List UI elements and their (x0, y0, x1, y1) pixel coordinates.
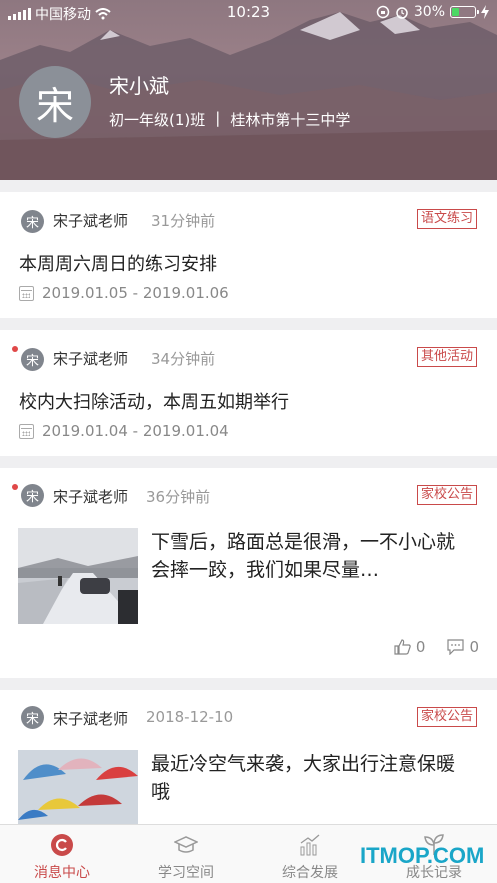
tab-label: 消息中心 (34, 865, 90, 881)
date-text: 2019.01.04 - 2019.01.04 (42, 422, 229, 440)
thumbs-up-icon (394, 639, 411, 655)
message-time: 31分钟前 (151, 212, 216, 230)
sender-avatar: 宋 (21, 706, 44, 729)
user-info: 初一年级(1)班 | 桂林市第十三中学 (109, 109, 350, 130)
graduation-cap-icon (174, 836, 198, 853)
unread-dot (12, 346, 18, 352)
bar-chart-icon (300, 834, 320, 856)
sender-avatar: 宋 (21, 484, 44, 507)
tab-label: 综合发展 (282, 865, 338, 881)
message-card[interactable]: 宋 宋子斌老师 34分钟前 其他活动 校内大扫除活动，本周五如期举行 2019.… (0, 330, 497, 456)
message-stats: 0 0 (394, 638, 479, 656)
message-title: 校内大扫除活动，本周五如期举行 (19, 392, 289, 413)
like-count: 0 (415, 638, 426, 656)
sender-name: 宋子斌老师 (53, 350, 129, 368)
date-range: 2019.01.05 - 2019.01.06 (19, 284, 229, 302)
battery-percent: 30% (413, 4, 445, 20)
snow-road-thumbnail[interactable] (18, 528, 138, 624)
message-preview: 最近冷空气来袭，大家出行注意保暖哦 (151, 753, 456, 803)
tab-study-space[interactable]: 学习空间 (124, 825, 248, 883)
message-time: 36分钟前 (146, 488, 211, 506)
category-tag: 其他活动 (416, 347, 477, 367)
charging-icon (481, 5, 489, 19)
date-text: 2019.01.05 - 2019.01.06 (42, 284, 229, 302)
comment-count: 0 (469, 638, 479, 656)
message-card[interactable]: 宋 宋子斌老师 36分钟前 家校公告 下雪后，路面总是很滑，一不小心就会摔一跤，… (0, 468, 497, 678)
comment-icon (447, 639, 465, 655)
watermark-text: ITMOP.COM (360, 843, 485, 868)
alarm-icon (396, 7, 408, 19)
message-time: 34分钟前 (151, 350, 216, 368)
user-class: 初一年级(1)班 (109, 111, 206, 129)
like-button[interactable]: 0 (394, 638, 426, 656)
message-center-icon (51, 834, 73, 856)
message-card[interactable]: 宋 宋子斌老师 2018-12-10 家校公告 最近冷空气来袭，大家出行注意保暖… (0, 690, 497, 824)
sender-name: 宋子斌老师 (53, 212, 129, 230)
profile-header: 中国移动 10:23 30% 宋 宋小斌 初一年级(1)班 | 桂林市第十三中学 (0, 0, 497, 180)
date-range: 2019.01.04 - 2019.01.04 (19, 422, 229, 440)
calendar-icon (19, 285, 34, 301)
user-school: 桂林市第十三中学 (230, 111, 351, 129)
user-name: 宋小斌 (109, 74, 169, 98)
tab-development[interactable]: 综合发展 (248, 825, 372, 883)
message-card[interactable]: 宋 宋子斌老师 31分钟前 语文练习 本周周六周日的练习安排 2019.01.0… (0, 192, 497, 318)
tab-label: 学习空间 (158, 865, 214, 881)
comment-button[interactable]: 0 (447, 638, 479, 656)
message-time: 2018-12-10 (146, 708, 234, 726)
orientation-lock-icon (376, 5, 390, 19)
sender-name: 宋子斌老师 (53, 710, 129, 728)
category-tag: 家校公告 (416, 707, 477, 727)
info-separator: | (215, 109, 221, 127)
message-title: 本周周六周日的练习安排 (19, 254, 217, 275)
sender-avatar: 宋 (21, 348, 44, 371)
category-tag: 语文练习 (416, 209, 477, 229)
sender-name: 宋子斌老师 (53, 488, 129, 506)
status-bar: 中国移动 10:23 30% (0, 0, 497, 26)
tab-message-center[interactable]: 消息中心 (0, 825, 124, 883)
calendar-icon (19, 423, 34, 439)
battery-icon (450, 6, 479, 18)
unread-dot (12, 484, 18, 490)
sender-avatar: 宋 (21, 210, 44, 233)
umbrellas-thumbnail[interactable] (18, 750, 138, 824)
message-preview: 下雪后，路面总是很滑，一不小心就会摔一跤，我们如果尽量… (151, 531, 456, 581)
user-avatar[interactable]: 宋 (19, 66, 91, 138)
category-tag: 家校公告 (416, 485, 477, 505)
